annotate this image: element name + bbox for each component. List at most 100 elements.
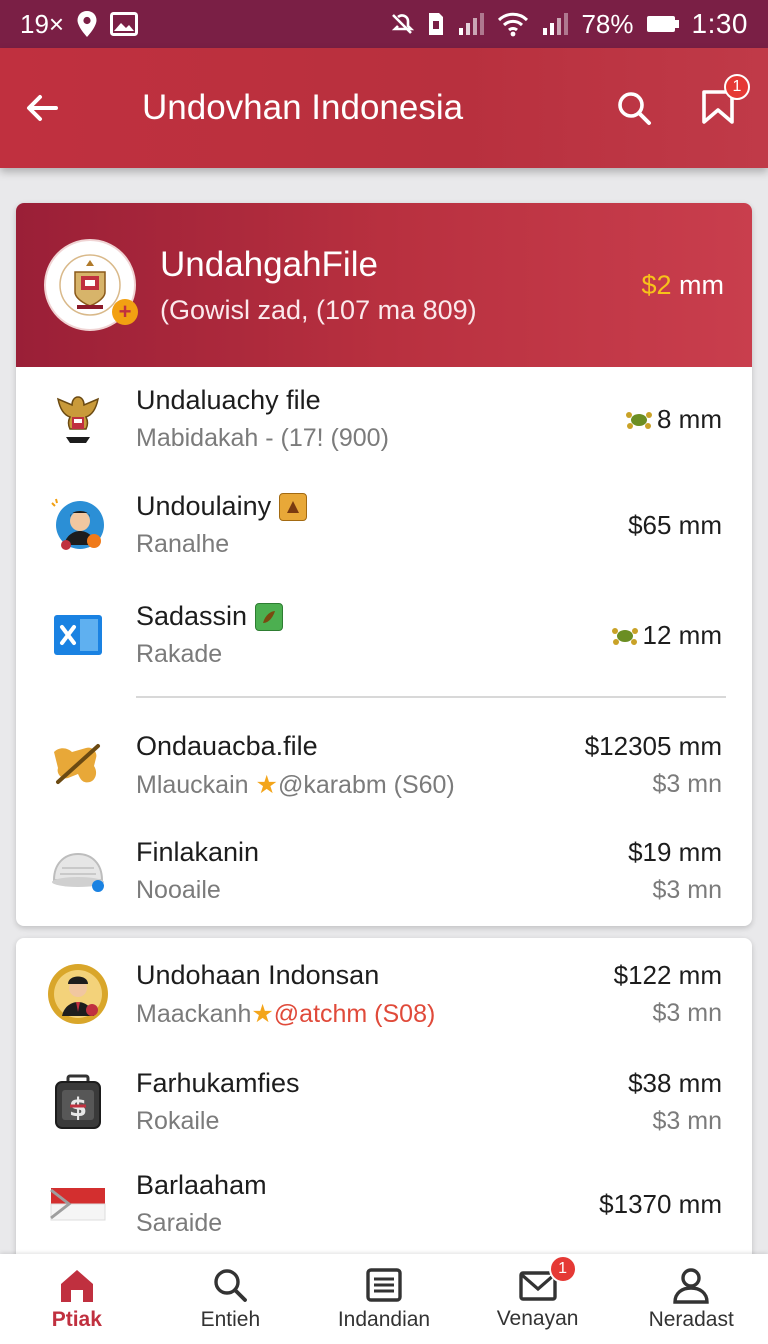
nav-profile[interactable]: Neradast <box>616 1266 766 1332</box>
featured-price-value: $2 <box>641 269 672 300</box>
home-icon <box>60 1270 93 1302</box>
item-price-secondary: $3 mn <box>652 876 722 904</box>
item-subtitle: Maackanh★@atchm (S08) <box>136 999 435 1029</box>
battery-icon <box>646 14 680 34</box>
plus-badge-icon: + <box>112 299 138 325</box>
list-item[interactable]: Ondauacba.file Mlauckain ★@karabm (S60) … <box>16 713 752 817</box>
item-subtitle: Ranalhe <box>136 530 230 558</box>
profile-icon <box>673 1268 709 1304</box>
status-bar: 19× 78% 1:30 <box>0 0 768 48</box>
star-icon: ★ <box>255 770 278 799</box>
leaf-icon <box>255 602 284 631</box>
nav-label: Venayan <box>496 1307 579 1330</box>
item-subtitle-b: @atchm (S08) <box>273 999 436 1028</box>
back-button[interactable] <box>22 88 62 128</box>
file-list-card-2: Undohaan Indonsan Maackanh★@atchm (S08) … <box>16 938 752 1268</box>
award-icon <box>279 492 308 521</box>
item-price: 8 mm <box>657 403 722 434</box>
list-item[interactable]: Sadassin Rakade 12 mm <box>16 583 752 687</box>
item-subtitle-b: @karabm (S60) <box>277 770 455 799</box>
spreadsheet-icon <box>46 603 110 667</box>
search-icon <box>214 1269 248 1302</box>
mute-icon <box>389 11 415 37</box>
nav-label: Entieh <box>200 1308 261 1331</box>
list-item[interactable]: $ Farhukamfies Rokaile $38 mm $3 mn <box>16 1050 752 1154</box>
money-bag-icon: $ <box>46 1070 110 1134</box>
nav-list[interactable]: Indandian <box>309 1266 459 1332</box>
item-subtitle-a: Maackanh <box>136 999 252 1028</box>
sim-icon <box>427 11 445 37</box>
helmet-icon <box>46 839 110 903</box>
status-time: 1:30 <box>691 8 748 39</box>
item-subtitle: Mabidakah - (17! (900) <box>136 424 389 452</box>
garuda-icon <box>46 387 110 451</box>
featured-item[interactable]: + UndahgahFile (Gowisl zad, (107 ma 809)… <box>16 203 752 367</box>
flag-indonesia-icon <box>46 1172 110 1236</box>
status-left-text: 19× <box>20 8 65 39</box>
page-title: Undovhan Indonesia <box>142 88 464 127</box>
official-avatar-icon <box>46 962 110 1026</box>
nav-label: Ptiak <box>51 1308 102 1331</box>
item-title: Sadassin <box>136 601 248 631</box>
star-icon: ★ <box>251 999 274 1028</box>
wifi-icon <box>497 11 529 37</box>
item-title: Ondauacba.file <box>136 730 318 761</box>
bottom-navigation: Ptiak Entieh Indandian 1 Venayan Neradas… <box>0 1254 768 1344</box>
tortoise-icon <box>611 628 638 645</box>
featured-price: $2 mm <box>641 270 724 301</box>
item-title: Undohaan Indonsan <box>136 959 380 990</box>
list-icon <box>366 1268 402 1302</box>
item-price: $65 mm <box>628 509 722 540</box>
item-price-secondary: $3 mn <box>652 999 722 1027</box>
nav-badge: 1 <box>548 1255 577 1283</box>
nav-search[interactable]: Entieh <box>155 1266 305 1332</box>
gallery-icon <box>110 12 139 36</box>
svg-text:$: $ <box>69 1093 87 1123</box>
item-price-secondary: $3 mn <box>652 1107 722 1135</box>
item-subtitle-a: Mlauckain <box>136 770 249 799</box>
item-price: $38 mm <box>628 1068 722 1098</box>
item-subtitle: Mlauckain ★@karabm (S60) <box>136 770 455 800</box>
item-title: Undoulainy <box>136 491 272 521</box>
search-icon <box>618 92 651 125</box>
list-item[interactable]: Barlaaham Saraide $1370 mm <box>16 1152 752 1256</box>
item-title: Undaluachy file <box>136 385 321 415</box>
item-price: 12 mm <box>642 619 722 650</box>
item-subtitle: Saraide <box>136 1209 223 1237</box>
notifications-button[interactable]: 1 <box>698 74 750 128</box>
location-icon <box>76 10 98 38</box>
list-item[interactable]: Finlakanin Nooaile $19 mm $3 mn <box>16 819 752 923</box>
item-subtitle: Nooaile <box>136 876 221 904</box>
nav-messages[interactable]: 1 Venayan <box>463 1255 613 1331</box>
arrow-left-icon <box>27 95 58 121</box>
signal-icon <box>457 12 485 36</box>
nav-home[interactable]: Ptiak <box>2 1266 152 1332</box>
item-subtitle: Rakade <box>136 640 223 668</box>
divider <box>136 696 726 698</box>
app-bar: Undovhan Indonesia 1 <box>0 48 768 168</box>
item-price: $122 mm <box>613 960 722 990</box>
list-item[interactable]: Undohaan Indonsan Maackanh★@atchm (S08) … <box>16 942 752 1046</box>
emblem-avatar: + <box>44 239 138 331</box>
item-subtitle: Rokaile <box>136 1107 220 1135</box>
signal-strength-icon <box>541 12 569 36</box>
item-title: Farhukamfies <box>136 1068 300 1098</box>
item-price-secondary: $3 mn <box>652 770 722 798</box>
search-button[interactable] <box>614 88 654 128</box>
tools-icon <box>46 733 110 797</box>
list-item[interactable]: Undaluachy file Mabidakah - (17! (900) 8… <box>16 367 752 471</box>
nav-label: Neradast <box>648 1308 734 1331</box>
notification-badge: 1 <box>724 74 750 100</box>
featured-price-unit: mm <box>671 269 724 300</box>
list-item[interactable]: Undoulainy Ranalhe $65 mm <box>16 473 752 577</box>
item-price: $1370 mm <box>599 1188 722 1219</box>
nav-label: Indandian <box>337 1308 431 1331</box>
featured-title: UndahgahFile <box>160 244 378 284</box>
battery-percent: 78% <box>581 8 634 39</box>
file-list-card: + UndahgahFile (Gowisl zad, (107 ma 809)… <box>16 203 752 926</box>
tortoise-icon <box>626 412 652 429</box>
person-avatar-icon <box>46 493 110 557</box>
featured-subtitle: (Gowisl zad, (107 ma 809) <box>160 294 477 325</box>
item-title: Barlaaham <box>136 1170 267 1200</box>
item-price: $19 mm <box>628 837 722 867</box>
